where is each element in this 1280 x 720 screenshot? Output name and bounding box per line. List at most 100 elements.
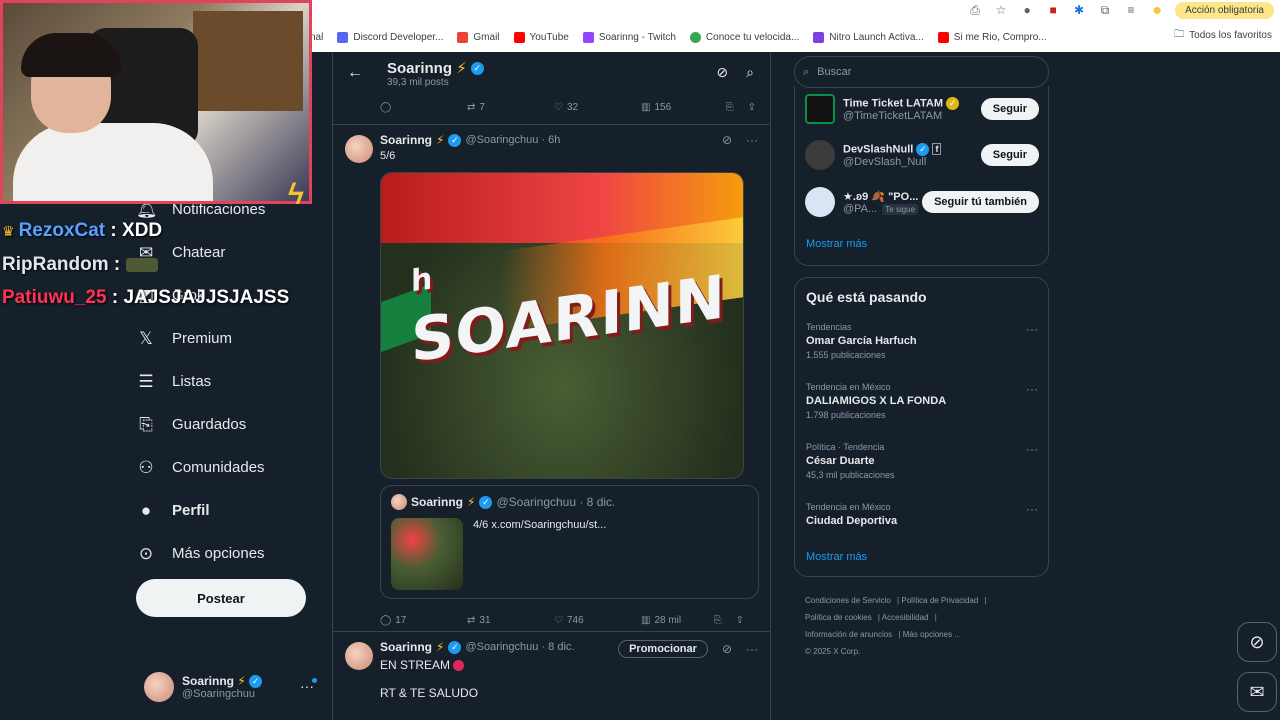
tweet-author: Soarinng (380, 133, 433, 147)
quoted-tweet[interactable]: Soarinng ⚡ ✓ @Soaringchuu · 8 dic. 4/6 x… (380, 485, 759, 599)
promote-button[interactable]: Promocionar (618, 640, 708, 658)
media-icon[interactable]: ≡ (1123, 2, 1139, 18)
search-input[interactable]: Buscar (817, 66, 851, 78)
footer-link[interactable]: Información de anuncios (805, 630, 892, 639)
nav-premium[interactable]: 𝕏 Premium (136, 317, 326, 360)
more-dots-icon[interactable]: ··· (1026, 382, 1038, 396)
nav-bookmarks[interactable]: ⎘ Guardados (136, 403, 326, 446)
show-more-trends-link[interactable]: Mostrar más (806, 551, 867, 563)
stream-chat: ♛ RezoxCat : XDD RipRandom : Patiuwu_25 :… (2, 214, 289, 314)
extension-blue-icon[interactable]: ✱ (1071, 2, 1087, 18)
back-arrow-icon[interactable]: ← (347, 64, 387, 82)
bookmark-icon[interactable]: ⎘ (726, 102, 734, 113)
footer-link[interactable]: Política de cookies (805, 613, 872, 622)
avatar (345, 642, 373, 670)
follow-suggestion[interactable]: DevSlashNull ✓ f @DevSlash_Null Seguir (805, 140, 1039, 170)
suggestion-name-row: DevSlashNull ✓ f (843, 142, 942, 156)
view-count: 156 (654, 101, 672, 113)
who-to-follow: Time Ticket LATAM ✓ @TimeTicketLATAM Seg… (794, 86, 1049, 266)
bookmark-4[interactable]: Soarinng - Twitch (582, 31, 676, 43)
search-box[interactable]: ⌕ Buscar (794, 56, 1049, 88)
lightning-icon: ϟ (288, 178, 304, 211)
tweet[interactable]: Soarinng ⚡ ✓ @Soaringchuu · 6h ⊘ ··· 5/6 … (333, 125, 770, 631)
grok-icon[interactable]: ⊘ (722, 642, 732, 656)
grok-icon[interactable]: ⊘ (716, 64, 728, 81)
trend-item[interactable]: Política · Tendencia César Duarte 45,3 m… (806, 442, 1038, 480)
puzzle-icon[interactable]: ⧉ (1097, 2, 1113, 18)
chat-user: RipRandom (2, 254, 109, 275)
reply-button[interactable]: ◯ 17 (380, 615, 467, 626)
nav-lists[interactable]: ☰ Listas (136, 360, 326, 403)
footer-link[interactable]: Accesibilidad (882, 613, 929, 622)
tweet-media[interactable]: h SOARINN (380, 172, 744, 479)
like-count: 746 (566, 614, 584, 626)
tweet-actions: ◯ ⇄ 7 ♡ 32 ▥ 156 ⎘ ⇪ (333, 94, 770, 120)
nav-profile[interactable]: ● Perfil (136, 489, 326, 532)
reply-button[interactable]: ◯ (380, 102, 467, 113)
footer-link[interactable]: Condiciones de Servicio (805, 596, 891, 605)
follow-suggestion[interactable]: ★.ʚ9 🍂 "PO... @PA... Te sigue Seguir tú … (805, 187, 1039, 217)
profile-icon[interactable]: ☻ (1149, 2, 1165, 18)
repost-button[interactable]: ⇄ 31 (467, 615, 554, 626)
bookmark-2[interactable]: Gmail (457, 31, 500, 43)
like-button[interactable]: ♡ 32 (554, 102, 641, 113)
share-icon[interactable]: ⇪ (736, 615, 744, 626)
account-switcher[interactable]: Soarinng ⚡ ✓ @Soaringchuu ··· (144, 672, 324, 702)
more-dots-icon[interactable]: ··· (746, 133, 758, 147)
profile-handle: @Soaringchuu (182, 688, 255, 701)
all-favorites[interactable]: 🗀 Todos los favoritos (1174, 27, 1272, 44)
follow-suggestion[interactable]: Time Ticket LATAM ✓ @TimeTicketLATAM Seg… (805, 94, 1039, 124)
more-dots-icon[interactable]: ··· (1026, 502, 1038, 516)
accion-obligatoria-button[interactable]: Acción obligatoria (1175, 1, 1274, 19)
bookmark-6[interactable]: Nitro Launch Activa... (813, 31, 924, 43)
more-dots-icon[interactable]: ··· (1026, 442, 1038, 456)
repost-button[interactable]: ⇄ 7 (467, 102, 554, 113)
extension-icon[interactable]: ● (1019, 2, 1035, 18)
chat-text: JAJSJAJJSJAJSS (123, 287, 290, 308)
nav-communities[interactable]: ⚇ Comunidades (136, 446, 326, 489)
discord-icon (337, 31, 349, 43)
trend-item[interactable]: Tendencias Omar García Harfuch 1.555 pub… (806, 322, 1038, 360)
share-icon[interactable]: ⇪ (748, 102, 756, 113)
install-icon[interactable]: ⎙ (967, 2, 983, 18)
affiliate-badge-icon: f (932, 142, 942, 155)
star-icon[interactable]: ☆ (993, 2, 1009, 18)
nav-label: Comunidades (172, 459, 265, 476)
nav-more-options[interactable]: ⊙ Más opciones (136, 532, 326, 575)
browser-toolbar: ⎙ ☆ ● ■ ✱ ⧉ ≡ ☻ Acción obligatoria (310, 0, 1280, 20)
bookmark-1[interactable]: Discord Developer... (337, 31, 443, 43)
trend-item[interactable]: Tendencia en México Ciudad Deportiva ··· (806, 502, 1038, 527)
footer-link[interactable]: Política de Privacidad (901, 596, 978, 605)
bookmark-0[interactable]: nal (310, 32, 323, 43)
follow-button[interactable]: Seguir (980, 144, 1039, 166)
repost-icon: ⇄ (467, 614, 476, 626)
trend-item[interactable]: Tendencia en México DALIAMIGOS X LA FOND… (806, 382, 1038, 420)
nav-label: Listas (172, 373, 212, 390)
bookmark-label: Si me Rio, Compro... (953, 31, 1047, 43)
avatar (805, 94, 835, 124)
bookmark-icon[interactable]: ⎘ (714, 615, 722, 626)
avatar (805, 140, 835, 170)
more-dots-icon[interactable]: ··· (1026, 322, 1038, 336)
like-button[interactable]: ♡ 746 (554, 615, 641, 626)
grok-float-button[interactable]: ⊘ (1237, 622, 1277, 662)
bookmark-7[interactable]: Si me Rio, Compro... (937, 31, 1047, 43)
extension-red-icon[interactable]: ■ (1045, 2, 1061, 18)
heart-icon: ♡ (554, 614, 563, 626)
show-more-link[interactable]: Mostrar más (806, 238, 867, 250)
quote-thumbnail (391, 518, 463, 590)
bookmark-5[interactable]: Conoce tu velocida... (689, 31, 799, 43)
grok-icon[interactable]: ⊘ (722, 133, 732, 147)
search-icon[interactable]: ⌕ (746, 64, 754, 81)
views-button[interactable]: ▥ 156 (641, 102, 728, 113)
follow-button[interactable]: Seguir (980, 98, 1039, 120)
bookmark-3[interactable]: YouTube (513, 31, 569, 43)
tweet[interactable]: Soarinng ⚡ ✓ @Soaringchuu · 8 dic. Promo… (333, 632, 770, 700)
speed-icon (689, 31, 701, 43)
red-circle-icon (453, 660, 465, 672)
post-button[interactable]: Postear (136, 579, 306, 617)
more-dots-icon[interactable]: ··· (746, 642, 758, 656)
messages-float-button[interactable]: ✉ (1237, 672, 1277, 712)
follow-back-button[interactable]: Seguir tú también (922, 191, 1039, 213)
footer-link[interactable]: Más opciones ... (903, 630, 961, 639)
